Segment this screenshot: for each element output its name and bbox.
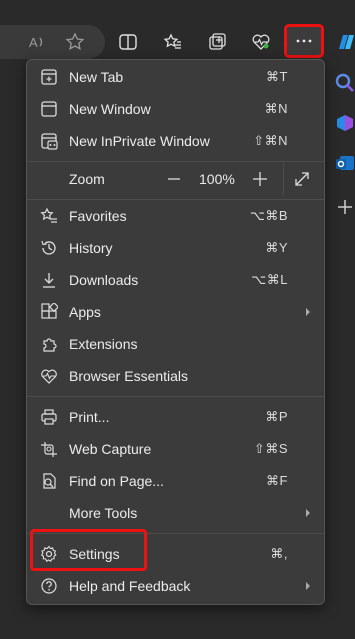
menu-item-web-capture[interactable]: Web Capture ⇧⌘S <box>27 433 324 465</box>
menu-item-shortcut: ⌥⌘L <box>251 272 288 287</box>
apps-icon <box>39 302 59 322</box>
search-icon[interactable] <box>334 72 355 94</box>
new-tab-icon <box>39 67 59 87</box>
settings-and-more-menu: New Tab ⌘T New Window ⌘N New InPrivate W… <box>26 59 325 605</box>
menu-item-more-tools[interactable]: More Tools <box>27 497 324 529</box>
menu-item-favorites[interactable]: Favorites ⌥⌘B <box>27 200 324 232</box>
zoom-level: 100% <box>199 171 235 187</box>
print-icon <box>39 407 59 427</box>
menu-item-new-inprivate-window[interactable]: New InPrivate Window ⇧⌘N <box>27 125 324 157</box>
zoom-out-button[interactable] <box>165 178 183 180</box>
new-window-icon <box>39 99 59 119</box>
menu-item-label: History <box>69 240 113 256</box>
menu-item-label: New Tab <box>69 69 124 85</box>
menu-item-shortcut: ⌘, <box>270 546 288 561</box>
menu-item-shortcut: ⌥⌘B <box>249 208 288 223</box>
browser-toolbar: A <box>0 0 355 60</box>
chevron-right-icon <box>306 509 310 517</box>
read-aloud-icon[interactable]: A <box>24 29 50 55</box>
history-icon <box>39 238 59 258</box>
menu-item-label: Print... <box>69 409 110 425</box>
sidebar <box>327 60 355 639</box>
menu-item-history[interactable]: History ⌘Y <box>27 232 324 264</box>
web-capture-icon <box>39 439 59 459</box>
menu-item-label: More Tools <box>69 505 138 521</box>
favorites-icon[interactable] <box>160 29 186 55</box>
menu-item-find-on-page[interactable]: Find on Page... ⌘F <box>27 465 324 497</box>
add-icon[interactable] <box>334 196 355 218</box>
copilot-icon[interactable] <box>332 29 355 55</box>
menu-item-print[interactable]: Print... ⌘P <box>27 401 324 433</box>
collections-icon[interactable] <box>204 29 230 55</box>
fullscreen-icon[interactable] <box>293 170 311 188</box>
more-options-button[interactable] <box>284 24 324 58</box>
menu-item-shortcut: ⇧⌘S <box>253 441 288 456</box>
menu-item-downloads[interactable]: Downloads ⌥⌘L <box>27 264 324 296</box>
favorite-star-icon[interactable] <box>62 29 88 55</box>
menu-item-label: New Window <box>69 101 151 117</box>
menu-divider <box>27 396 324 397</box>
zoom-label: Zoom <box>69 171 105 187</box>
shopping-icon[interactable] <box>334 112 355 134</box>
outlook-icon[interactable] <box>334 152 355 174</box>
menu-item-new-window[interactable]: New Window ⌘N <box>27 93 324 125</box>
menu-item-shortcut: ⌘N <box>264 101 288 116</box>
menu-item-label: Extensions <box>69 336 138 352</box>
help-icon <box>39 576 59 596</box>
menu-divider <box>27 533 324 534</box>
downloads-icon <box>39 270 59 290</box>
svg-text:A: A <box>29 35 38 50</box>
inprivate-window-icon <box>39 131 59 151</box>
menu-item-label: Favorites <box>69 208 127 224</box>
extensions-icon <box>39 334 59 354</box>
menu-divider <box>27 161 324 162</box>
chevron-right-icon <box>306 582 310 590</box>
menu-item-new-tab[interactable]: New Tab ⌘T <box>27 61 324 93</box>
menu-item-label: Web Capture <box>69 441 152 457</box>
menu-item-shortcut: ⌘P <box>265 409 288 424</box>
menu-item-label: Help and Feedback <box>69 578 191 594</box>
chevron-right-icon <box>306 308 310 316</box>
menu-item-label: New InPrivate Window <box>69 133 210 149</box>
more-icon <box>296 39 312 43</box>
menu-item-shortcut: ⌘F <box>266 473 288 488</box>
menu-item-zoom: Zoom 100% <box>27 163 324 195</box>
menu-item-label: Browser Essentials <box>69 368 189 384</box>
menu-item-shortcut: ⌘T <box>266 69 288 84</box>
favorites-icon <box>39 206 59 226</box>
settings-icon <box>39 544 59 564</box>
menu-item-label: Downloads <box>69 272 139 288</box>
split-screen-icon[interactable] <box>115 29 141 55</box>
browser-essentials-icon[interactable] <box>248 29 274 55</box>
menu-item-browser-essentials[interactable]: Browser Essentials <box>27 360 324 392</box>
menu-item-help-and-feedback[interactable]: Help and Feedback <box>27 570 324 602</box>
menu-item-label: Settings <box>69 546 120 562</box>
menu-item-shortcut: ⇧⌘N <box>253 133 288 148</box>
zoom-in-button[interactable] <box>251 170 269 188</box>
browser-essentials-icon <box>39 366 59 386</box>
find-icon <box>39 471 59 491</box>
menu-item-label: Find on Page... <box>69 473 164 489</box>
zoom-divider <box>283 163 284 195</box>
menu-item-apps[interactable]: Apps <box>27 296 324 328</box>
menu-item-settings[interactable]: Settings ⌘, <box>27 538 324 570</box>
menu-item-label: Apps <box>69 304 101 320</box>
menu-item-shortcut: ⌘Y <box>265 240 288 255</box>
menu-item-extensions[interactable]: Extensions <box>27 328 324 360</box>
address-bar[interactable] <box>0 25 105 59</box>
